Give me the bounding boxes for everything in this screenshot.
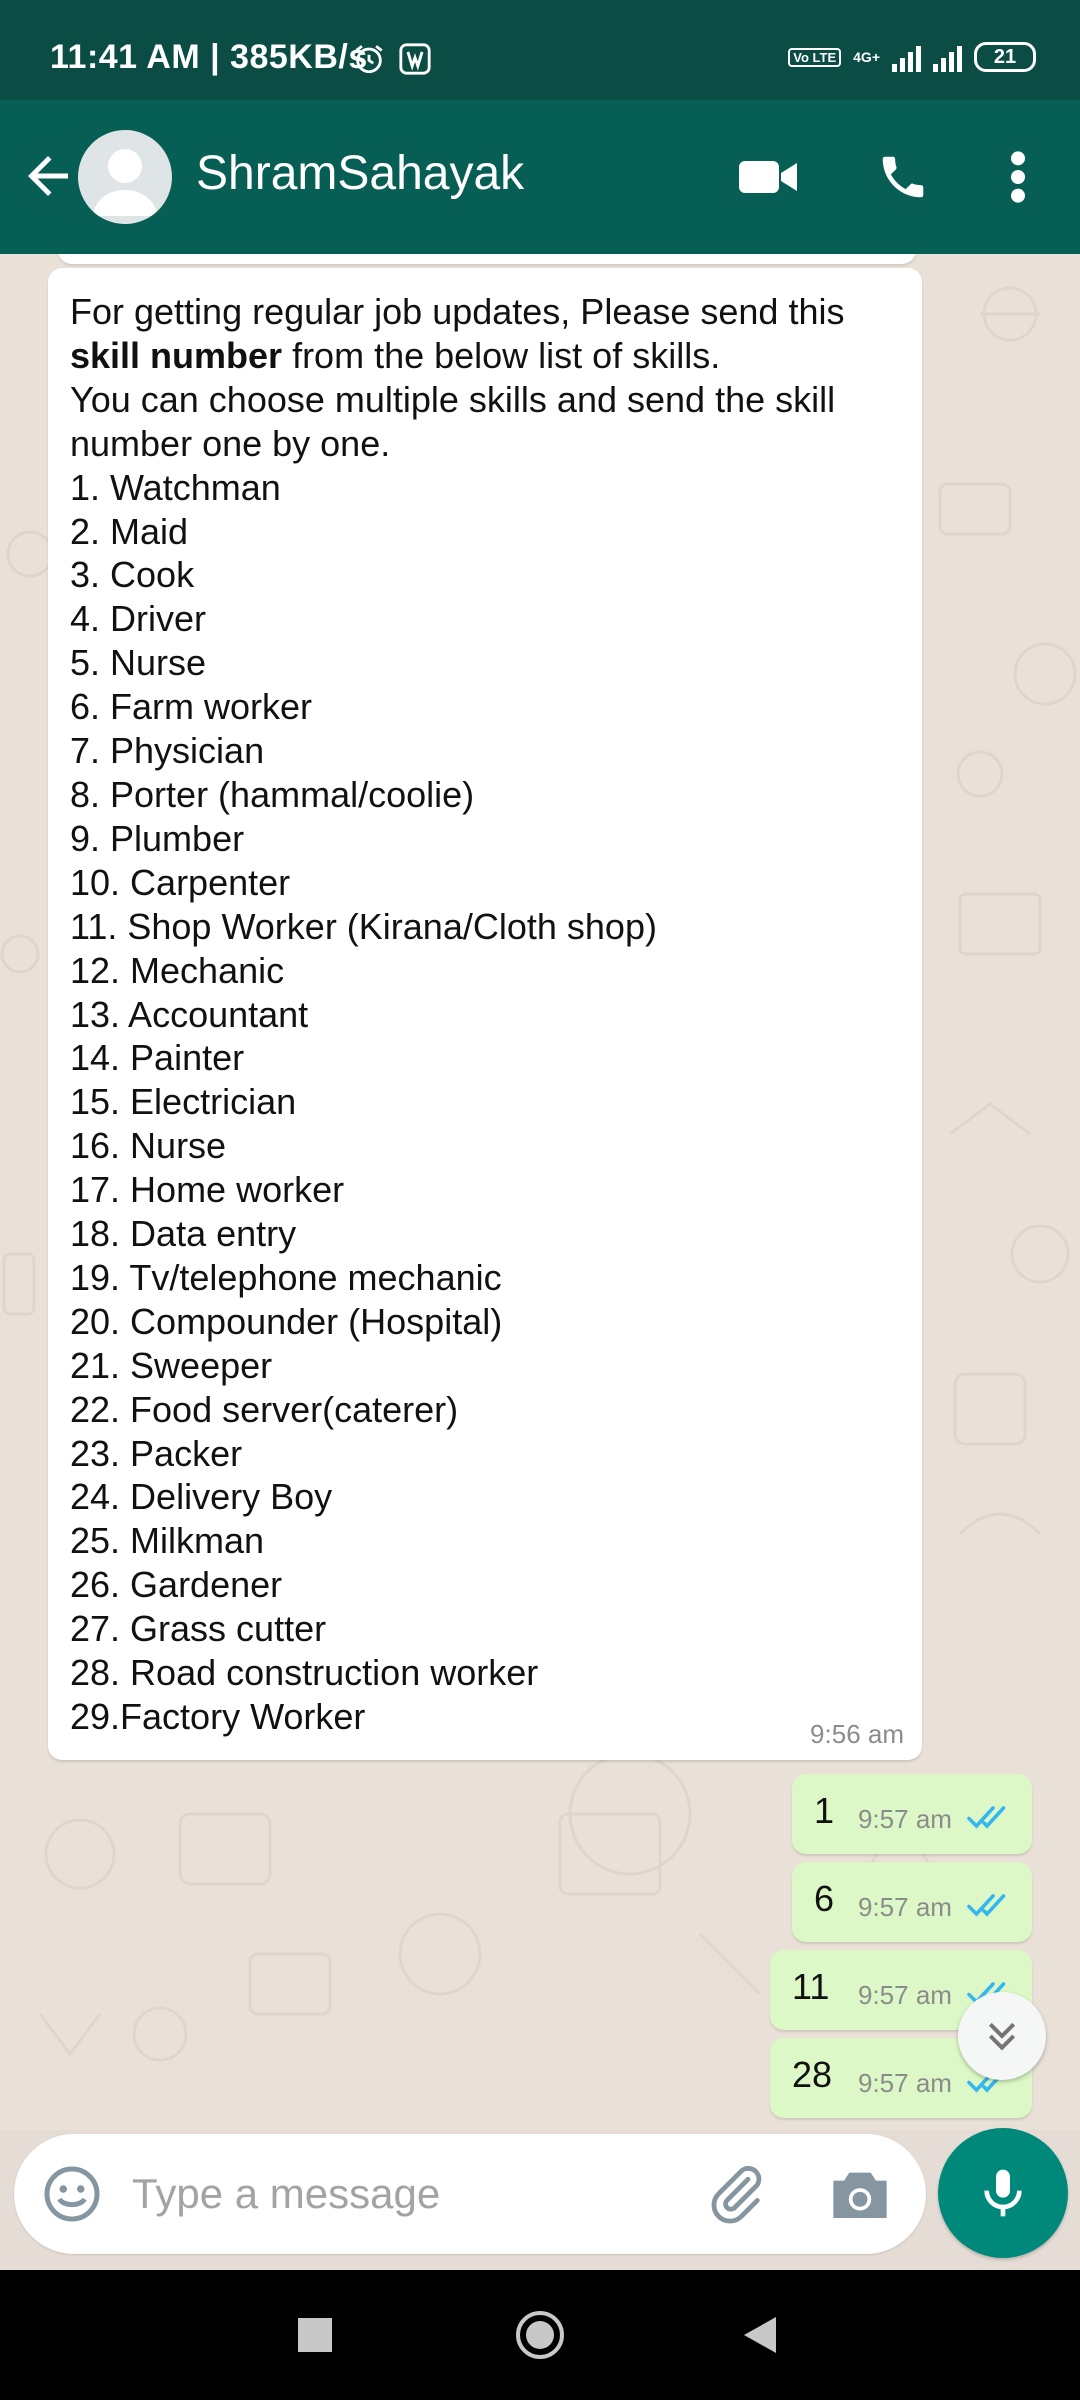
outgoing-message-time: 9:57 am [858,1804,952,1834]
alarm-icon [355,45,383,74]
skill-item: 6. Farm worker [70,686,313,728]
status-right-icons: Vo LTE 4G+ 21 [788,42,1036,72]
skill-item: 16. Nurse [70,1125,227,1167]
back-nav-button[interactable] [725,2300,795,2370]
emoji-button[interactable] [42,2164,102,2224]
triangle-back-icon [744,2317,776,2353]
battery-icon: 21 [974,42,1036,72]
read-receipt-icon [967,1806,1006,1829]
double-chevron-down-icon [988,2022,1016,2051]
video-call-icon [739,161,797,193]
incoming-message[interactable]: For getting regular job updates, Please … [48,268,922,1760]
skill-item: 5. Nurse [70,642,207,684]
outgoing-message-time: 9:57 am [858,1980,952,2010]
skill-item: 28. Road construction worker [70,1652,539,1694]
skill-item: 12. Mechanic [70,949,285,991]
person-icon [92,149,158,216]
skill-item: 19. Tv/telephone mechanic [70,1256,502,1298]
skill-item: 29.Factory Worker [70,1696,366,1737]
contact-name[interactable]: ShramSahayak [196,146,524,201]
video-call-button[interactable] [736,144,802,210]
chat-header: ShramSahayak [0,100,1080,254]
home-button[interactable] [505,2300,575,2370]
skill-item: 21. Sweeper [70,1344,273,1386]
skill-item: 20. Compounder (Hospital) [70,1300,503,1342]
skill-item: 10. Carpenter [70,861,291,903]
paperclip-icon [711,2166,762,2224]
skill-item: 8. Porter (hammal/coolie) [70,773,475,815]
outgoing-message[interactable]: 6 9:57 am [792,1862,1032,1942]
status-bar: 11:41 AM | 385KB/s Vo LTE 4G+ 21 [0,0,1080,100]
system-navigation-bar [0,2270,1080,2400]
message-time: 9:56 am [810,1719,904,1749]
previous-message-edge [58,254,916,264]
network-type: 4G+ [853,49,880,65]
volte-icon: Vo LTE [788,47,842,67]
microphone-icon [984,2169,1022,2217]
skills-list: 1. Watchman 2. Maid 3. Cook 4. Driver 5. Nur… [70,466,900,1739]
attach-button[interactable] [704,2162,768,2226]
message-composer [14,2134,926,2254]
skill-item: 17. Home worker [70,1169,345,1211]
outgoing-message[interactable]: 1 9:57 am [792,1774,1032,1854]
skill-item: 14. Painter [70,1037,245,1079]
phone-call-icon [882,156,924,198]
skill-item: 13. Accountant [70,993,309,1035]
status-time: 11:41 AM | 385KB/s [50,38,368,76]
camera-icon [833,2172,887,2218]
instruction-text: You can choose multiple skills and send … [70,378,836,464]
incoming-message-text: For getting regular job updates, Please … [70,290,900,1739]
chat-area[interactable]: For getting regular job updates, Please … [0,254,1080,2130]
intro-bold: skill number [70,334,283,376]
outgoing-message-text: 28 [792,2054,833,2095]
outgoing-message-time: 9:57 am [858,2068,952,2098]
voice-record-button[interactable] [938,2128,1068,2258]
skill-item: 3. Cook [70,554,195,596]
read-receipt-icon [967,1894,1006,1917]
intro-text-2: from the below list of skills. [282,334,721,376]
skill-item: 23. Packer [70,1432,243,1474]
outgoing-message-text: 1 [814,1790,835,1831]
square-icon [298,2318,332,2352]
signal-icon-2 [933,42,962,72]
skill-item: 26. Gardener [70,1564,283,1606]
scroll-to-bottom-button[interactable] [958,1992,1046,2080]
skill-item: 27. Grass cutter [70,1608,327,1650]
voice-call-button[interactable] [870,144,936,210]
more-options-button[interactable] [985,144,1051,210]
outgoing-message-text: 6 [814,1878,835,1919]
skill-item: 24. Delivery Boy [70,1476,333,1518]
emoji-icon [44,2166,100,2222]
back-arrow-icon [28,156,68,196]
skill-item: 2. Maid [70,510,189,552]
intro-text: For getting regular job updates, Please … [70,291,845,332]
skill-item: 25. Milkman [70,1520,265,1562]
message-input[interactable] [132,2164,692,2224]
more-vert-icon [1011,151,1025,203]
app-notification-icon [399,43,431,75]
avatar[interactable] [78,130,172,224]
skill-item: 22. Food server(caterer) [70,1388,459,1430]
recents-button[interactable] [280,2300,350,2370]
battery-level: 21 [993,45,1017,68]
back-button[interactable] [18,146,78,206]
home-circle-icon [516,2311,564,2359]
outgoing-message-time: 9:57 am [858,1892,952,1922]
skill-item: 4. Driver [70,598,207,640]
skill-item: 15. Electrician [70,1081,297,1123]
outgoing-message-text: 11 [792,1966,830,2007]
skill-item: 18. Data entry [70,1213,297,1255]
skill-item: 9. Plumber [70,817,245,859]
skill-item: 7. Physician [70,730,265,772]
status-notification-icons [352,42,432,76]
signal-icon [892,42,921,72]
skill-item: 1. Watchman [70,466,281,508]
camera-button[interactable] [828,2164,892,2224]
skill-item: 11. Shop Worker (Kirana/Cloth shop) [70,905,657,947]
